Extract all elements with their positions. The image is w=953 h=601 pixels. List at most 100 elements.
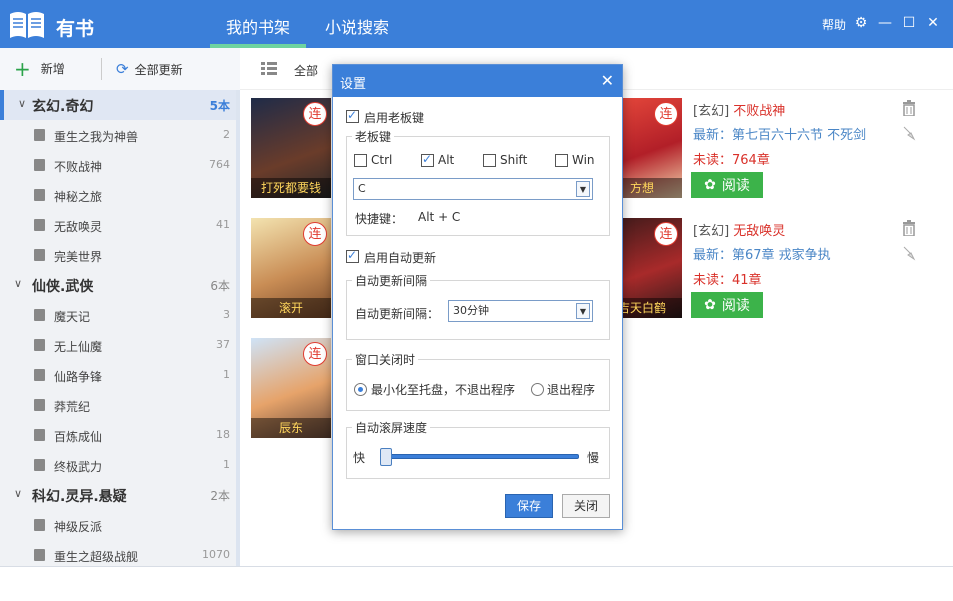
tab-novel-search[interactable]: 小说搜索 bbox=[312, 14, 402, 48]
close-button[interactable]: 关闭 bbox=[562, 494, 610, 518]
group-name: 仙侠.武侠 bbox=[32, 279, 94, 295]
cover-title: 滚开 bbox=[251, 298, 331, 318]
cover-title: 辰东 bbox=[251, 418, 331, 438]
latest-chapter[interactable]: 最新：第67章 戎家争执 bbox=[693, 244, 831, 263]
item-name: 重生之我为神兽 bbox=[54, 130, 139, 144]
alt-checkbox[interactable] bbox=[421, 152, 434, 167]
item-name: 魔天记 bbox=[54, 310, 91, 324]
dialog-header: 设置 ✕ bbox=[333, 65, 622, 97]
filter-all[interactable]: 全部 bbox=[294, 62, 318, 79]
group-count: 5本 bbox=[209, 99, 230, 113]
exit-radio[interactable] bbox=[531, 383, 544, 396]
speed-fast-label: 快 bbox=[353, 451, 366, 465]
refresh-icon: ⟳ bbox=[116, 60, 129, 78]
sidebar-item[interactable]: 无上仙魔 37 bbox=[0, 330, 236, 360]
item-name: 终极武力 bbox=[54, 460, 103, 474]
hotkey-label: 快捷键： bbox=[355, 212, 404, 226]
sidebar: ∨ 玄幻.奇幻 5本 重生之我为神兽 2 不败战神 764 神秘之旅 无敌唤灵 41 … bbox=[0, 90, 236, 566]
gear-icon[interactable]: ⚙ bbox=[852, 14, 870, 32]
broom-icon[interactable] bbox=[902, 245, 916, 261]
group-count: 2本 bbox=[210, 489, 230, 503]
sidebar-group-xuanhuan[interactable]: ∨ 玄幻.奇幻 5本 bbox=[0, 90, 236, 120]
book-icon bbox=[34, 369, 45, 381]
sidebar-item[interactable]: 重生之我为神兽 2 bbox=[0, 120, 236, 150]
item-count: 1 bbox=[223, 458, 230, 471]
sidebar-item[interactable]: 百炼成仙 18 bbox=[0, 420, 236, 450]
tab-bookshelf[interactable]: 我的书架 bbox=[210, 14, 306, 48]
help-link[interactable]: 帮助 bbox=[822, 16, 846, 33]
book-cover[interactable]: 连 滚开 bbox=[251, 218, 331, 318]
speed-slow-label: 慢 bbox=[587, 451, 600, 465]
item-count: 1 bbox=[223, 368, 230, 381]
win-checkbox[interactable] bbox=[555, 154, 568, 167]
serial-badge: 连 bbox=[303, 222, 327, 246]
toolbar-divider bbox=[101, 58, 102, 80]
broom-icon[interactable] bbox=[902, 125, 916, 141]
sidebar-item[interactable]: 神级反派 bbox=[0, 510, 236, 540]
win-label: Win bbox=[572, 153, 595, 167]
close-icon[interactable]: ✕ bbox=[924, 14, 942, 32]
book-heading: [玄幻] 无敌唤灵 bbox=[693, 220, 785, 239]
latest-chapter[interactable]: 最新：第七百六十六节 不死剑 bbox=[693, 124, 866, 143]
minimize-radio[interactable] bbox=[354, 383, 367, 396]
sidebar-item[interactable]: 魔天记 3 bbox=[0, 300, 236, 330]
slider-handle[interactable] bbox=[380, 448, 392, 466]
maximize-icon[interactable]: ☐ bbox=[900, 14, 918, 32]
save-button[interactable]: 保存 bbox=[505, 494, 553, 518]
exit-radio-label: 退出程序 bbox=[547, 383, 596, 397]
book-title[interactable]: 无敌唤灵 bbox=[733, 224, 785, 239]
boss-key-select[interactable]: C ▼ bbox=[353, 178, 593, 200]
sidebar-group-xianxia[interactable]: ∨ 仙侠.武侠 6本 bbox=[0, 270, 236, 300]
interval-select[interactable]: 30分钟 ▼ bbox=[448, 300, 593, 322]
scroll-speed-slider[interactable] bbox=[383, 454, 579, 459]
shift-checkbox[interactable] bbox=[483, 154, 496, 167]
book-icon bbox=[34, 309, 45, 321]
book-icon bbox=[34, 249, 45, 261]
read-button[interactable]: ✿ 阅读 bbox=[691, 172, 763, 198]
chevron-down-icon[interactable]: ▼ bbox=[576, 303, 590, 319]
book-logo-icon bbox=[10, 12, 44, 38]
boss-key-checkbox[interactable] bbox=[346, 108, 359, 123]
sidebar-item[interactable]: 莽荒纪 bbox=[0, 390, 236, 420]
update-all-button[interactable]: ⟳ 全部更新 bbox=[116, 60, 183, 78]
read-button-label: 阅读 bbox=[721, 178, 750, 194]
item-name: 神级反派 bbox=[54, 520, 103, 534]
sidebar-group-kehuan[interactable]: ∨ 科幻.灵异.悬疑 2本 bbox=[0, 480, 236, 510]
trash-icon[interactable] bbox=[902, 220, 916, 236]
book-icon bbox=[34, 429, 45, 441]
book-title[interactable]: 不败战神 bbox=[733, 104, 785, 119]
cover-title: 打死都要钱 bbox=[251, 178, 331, 198]
auto-update-checkbox[interactable] bbox=[346, 248, 359, 263]
item-name: 莽荒纪 bbox=[54, 400, 91, 414]
sidebar-item[interactable]: 完美世界 bbox=[0, 240, 236, 270]
book-icon bbox=[34, 189, 45, 201]
add-button[interactable]: + 新增 bbox=[14, 59, 65, 79]
item-count: 18 bbox=[216, 428, 230, 441]
close-icon[interactable]: ✕ bbox=[601, 71, 614, 90]
trash-icon[interactable] bbox=[902, 100, 916, 116]
item-name: 无上仙魔 bbox=[54, 340, 103, 354]
read-button[interactable]: ✿ 阅读 bbox=[691, 292, 763, 318]
item-count: 41 bbox=[216, 218, 230, 231]
book-cover[interactable]: 连 辰东 bbox=[251, 338, 331, 438]
read-icon: ✿ bbox=[704, 177, 716, 193]
book-cover[interactable]: 连 打死都要钱 bbox=[251, 98, 331, 198]
status-bar bbox=[0, 566, 953, 601]
chevron-down-icon[interactable]: ▼ bbox=[576, 181, 590, 197]
sidebar-item[interactable]: 不败战神 764 bbox=[0, 150, 236, 180]
minimize-radio-label: 最小化至托盘，不退出程序 bbox=[371, 383, 516, 397]
item-count: 37 bbox=[216, 338, 230, 351]
shift-label: Shift bbox=[500, 153, 528, 167]
add-button-label: 新增 bbox=[40, 62, 65, 76]
ctrl-checkbox[interactable] bbox=[354, 154, 367, 167]
update-all-label: 全部更新 bbox=[134, 62, 183, 77]
list-view-icon[interactable] bbox=[261, 62, 277, 76]
item-count: 764 bbox=[209, 158, 230, 171]
minimize-icon[interactable]: — bbox=[876, 14, 894, 32]
sidebar-item[interactable]: 神秘之旅 bbox=[0, 180, 236, 210]
sidebar-item[interactable]: 无敌唤灵 41 bbox=[0, 210, 236, 240]
item-name: 无敌唤灵 bbox=[54, 220, 103, 234]
sidebar-item[interactable]: 仙路争锋 1 bbox=[0, 360, 236, 390]
book-genre-tag: [玄幻] bbox=[693, 104, 730, 119]
sidebar-item[interactable]: 终极武力 1 bbox=[0, 450, 236, 480]
